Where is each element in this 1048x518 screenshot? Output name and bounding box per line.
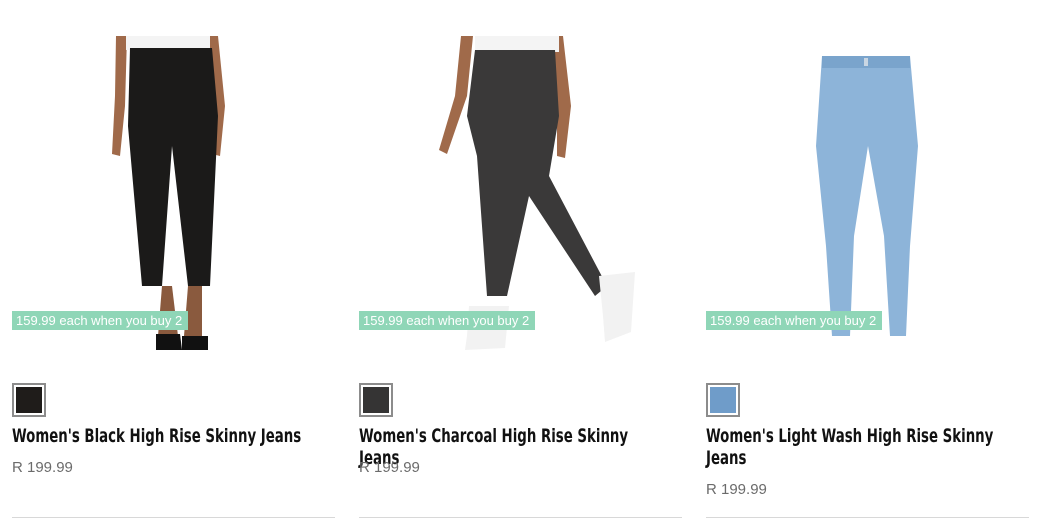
black-swatch-icon	[16, 387, 42, 413]
product-image[interactable]	[359, 36, 682, 358]
promo-badge: 159.99 each when you buy 2	[12, 311, 189, 330]
promo-badge: 159.99 each when you buy 2	[359, 311, 536, 330]
product-card[interactable]: 159.99 each when you buy 2 Women's Charc…	[359, 0, 682, 518]
product-price: R 199.99	[12, 459, 73, 476]
product-grid: 159.99 each when you buy 2 Women's Black…	[0, 0, 1048, 518]
charcoal-swatch-icon	[363, 387, 389, 413]
light-wash-swatch-icon	[710, 387, 736, 413]
jeans-photo-black	[112, 36, 225, 350]
color-swatch[interactable]	[12, 383, 46, 417]
product-title[interactable]: Women's Black High Rise Skinny Jeans	[12, 425, 312, 447]
product-price: R 199.99	[706, 481, 767, 498]
promo-badge: 159.99 each when you buy 2	[706, 311, 883, 330]
product-title[interactable]: Women's Light Wash High Rise Skinny Jean…	[706, 425, 1006, 469]
color-swatch[interactable]	[706, 383, 740, 417]
color-swatch[interactable]	[359, 383, 393, 417]
product-card[interactable]: 159.99 each when you buy 2 Women's Light…	[706, 0, 1029, 518]
jeans-photo-charcoal	[439, 36, 635, 350]
product-card[interactable]: 159.99 each when you buy 2 Women's Black…	[12, 0, 335, 518]
product-image[interactable]	[12, 36, 335, 358]
jeans-photo-light-wash	[816, 56, 918, 336]
product-image[interactable]	[706, 36, 1029, 358]
product-price: R 199.99	[359, 459, 420, 476]
